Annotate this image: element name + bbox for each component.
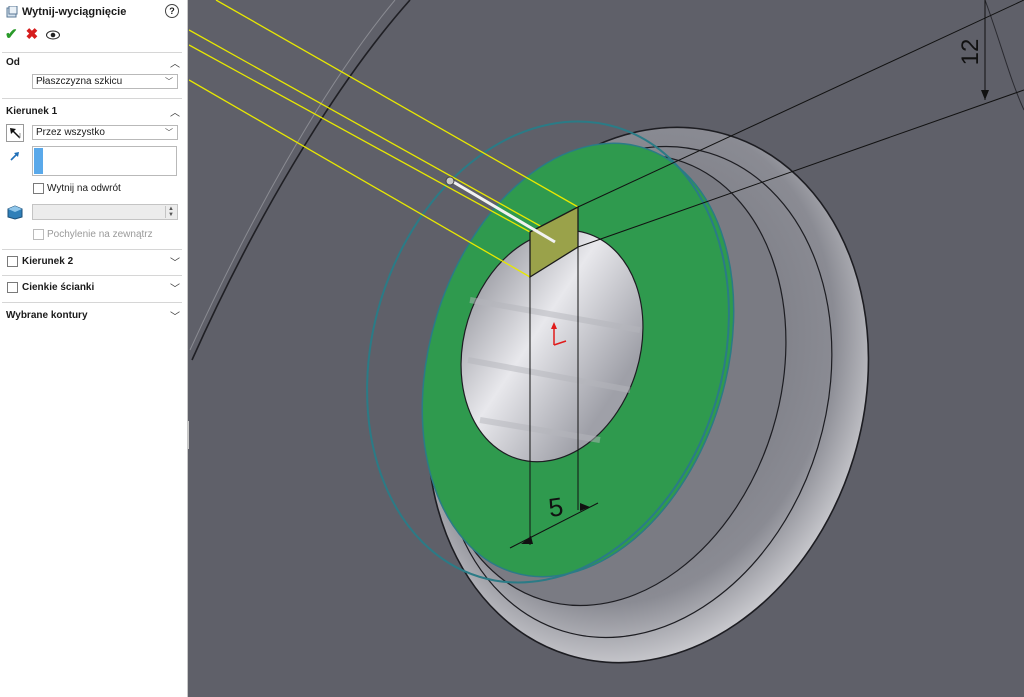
section-from-label: Od <box>6 57 20 68</box>
cancel-button[interactable]: ✖ <box>26 25 39 43</box>
divider <box>2 302 182 303</box>
ok-button[interactable]: ✔ <box>5 25 18 43</box>
direction-vector-icon <box>9 150 21 165</box>
chevron-down-icon[interactable]: ﹀ <box>170 254 180 269</box>
cut-extrude-icon <box>6 6 18 18</box>
selection-indicator <box>34 148 43 174</box>
section-thin-label: Cienkie ścianki <box>22 282 95 293</box>
draft-icon <box>7 205 23 220</box>
direction2-checkbox[interactable] <box>7 256 18 267</box>
arrow-handle[interactable] <box>445 176 455 186</box>
chevron-up-icon[interactable]: ︿ <box>170 55 180 70</box>
section-direction1-label: Kierunek 1 <box>6 106 58 117</box>
divider <box>2 249 182 250</box>
end-condition-value: Przez wszystko <box>36 127 105 138</box>
chevron-up-icon[interactable]: ︿ <box>170 104 180 119</box>
thin-feature-checkbox[interactable] <box>7 282 18 293</box>
direction-selection-box[interactable] <box>32 146 177 176</box>
end-condition-select[interactable]: Przez wszystko ﹀ <box>32 125 178 140</box>
action-buttons: ✔ ✖ <box>5 25 61 43</box>
chevron-down-icon[interactable]: ﹀ <box>170 280 180 295</box>
from-select[interactable]: Płaszczyzna szkicu ﹀ <box>32 74 178 89</box>
draft-outward-label: Pochylenie na zewnątrz <box>47 229 153 240</box>
feature-title: Wytnij-wyciągnięcie <box>22 6 127 18</box>
feature-header: Wytnij-wyciągnięcie <box>6 4 126 20</box>
divider <box>2 98 182 99</box>
flip-side-checkbox[interactable] <box>33 183 44 194</box>
divider <box>2 275 182 276</box>
chevron-down-icon: ﹀ <box>165 77 173 86</box>
draft-toggle-button[interactable] <box>6 203 24 221</box>
graphics-viewport[interactable]: 12 5 <box>189 0 1024 697</box>
preview-eye-icon[interactable] <box>46 27 61 42</box>
section-direction2-label: Kierunek 2 <box>22 256 74 267</box>
from-select-value: Płaszczyzna szkicu <box>36 76 123 87</box>
reverse-direction-button[interactable] <box>6 124 24 142</box>
chevron-down-icon: ﹀ <box>165 128 173 137</box>
flip-side-label: Wytnij na odwrót <box>47 183 121 194</box>
dimension-12-label[interactable]: 12 <box>957 39 984 66</box>
divider <box>2 52 182 53</box>
spin-arrows-icon[interactable]: ▲ ▼ <box>165 206 176 218</box>
chevron-down-icon[interactable]: ﹀ <box>170 308 180 323</box>
draft-angle-input[interactable]: ▲ ▼ <box>32 204 178 220</box>
section-contours-label: Wybrane kontury <box>6 310 88 321</box>
draft-outward-checkbox[interactable] <box>33 229 44 240</box>
property-manager: Wytnij-wyciągnięcie ? ✔ ✖ Od ︿ Płaszczyz… <box>0 0 188 697</box>
help-icon[interactable]: ? <box>165 4 179 18</box>
reverse-arrow-icon <box>10 128 21 139</box>
